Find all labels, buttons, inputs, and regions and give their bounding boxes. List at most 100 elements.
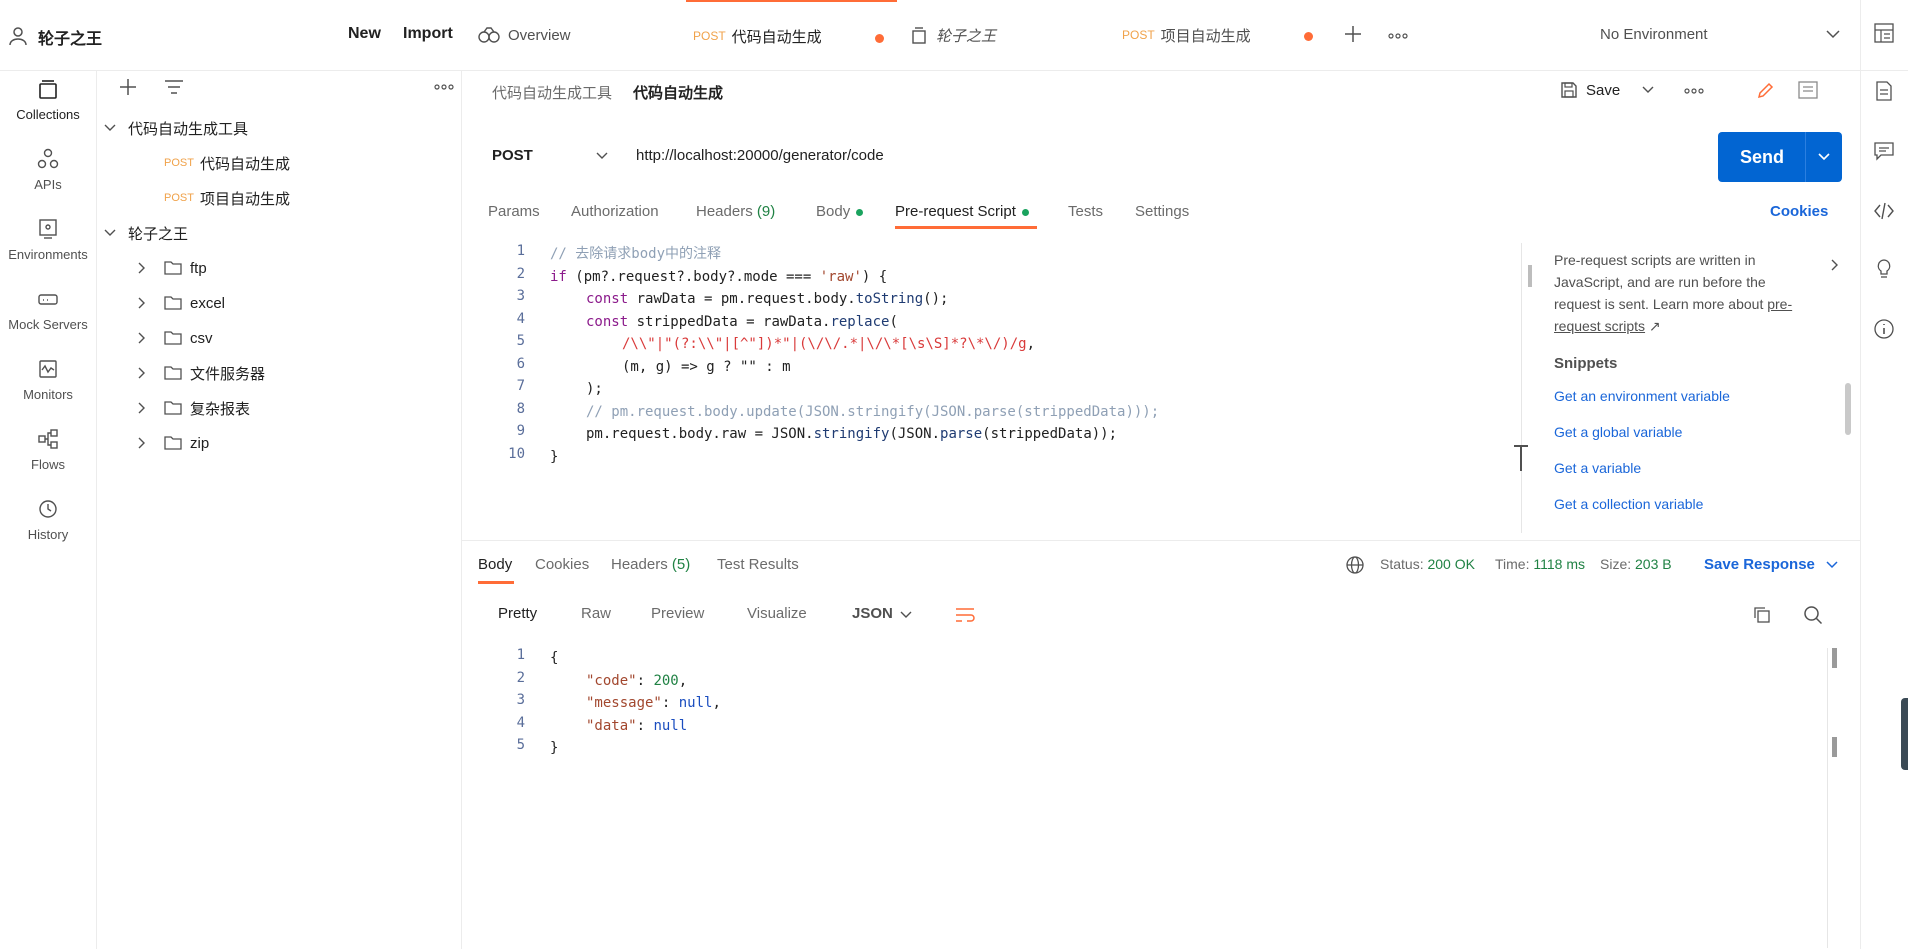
view-pretty[interactable]: Pretty	[498, 605, 537, 622]
chevron-down-icon[interactable]	[1818, 153, 1830, 161]
folder-item[interactable]: 复杂报表	[138, 392, 250, 424]
snippets-title: Snippets	[1554, 355, 1618, 372]
view-visualize[interactable]: Visualize	[747, 605, 807, 622]
tab-collection[interactable]: 轮子之王	[910, 0, 1110, 70]
folder-item[interactable]: csv	[138, 322, 213, 354]
code-icon[interactable]	[1873, 200, 1897, 224]
snippet-link[interactable]: Get a global variable	[1554, 424, 1682, 440]
tab-pre-request-script[interactable]: Pre-request Script	[895, 203, 1029, 220]
environment-select[interactable]: No Environment	[1600, 26, 1708, 43]
breadcrumb-parent[interactable]: 代码自动生成工具	[492, 82, 612, 103]
chevron-down-icon	[104, 229, 116, 237]
chevron-right-icon	[138, 437, 146, 449]
scrollbar-thumb[interactable]	[1832, 737, 1837, 757]
method-select[interactable]: POST	[492, 147, 533, 164]
tab-tests[interactable]: Tests	[1068, 203, 1103, 220]
folder-item[interactable]: zip	[138, 427, 209, 459]
rail-environments[interactable]: Environments	[0, 217, 96, 262]
folder-item[interactable]: 文件服务器	[138, 357, 265, 389]
response-tab-cookies[interactable]: Cookies	[535, 556, 589, 573]
rail-history[interactable]: History	[0, 497, 96, 542]
side-handle[interactable]	[1901, 698, 1908, 770]
globe-icon[interactable]	[1345, 555, 1365, 575]
chevron-down-icon[interactable]	[900, 611, 912, 619]
cookies-link[interactable]: Cookies	[1770, 203, 1828, 220]
folder-icon	[164, 296, 182, 310]
snippet-link[interactable]: Get an environment variable	[1554, 388, 1730, 404]
lightbulb-icon[interactable]	[1873, 258, 1897, 282]
documentation-icon[interactable]	[1798, 81, 1818, 99]
rail-monitors[interactable]: Monitors	[0, 357, 96, 402]
copy-icon[interactable]	[1753, 606, 1771, 624]
view-raw[interactable]: Raw	[581, 605, 611, 622]
format-select[interactable]: JSON	[852, 605, 893, 622]
tab-label: 项目自动生成	[1160, 27, 1251, 45]
send-button[interactable]: Send	[1718, 132, 1842, 182]
edit-pencil-icon[interactable]	[1756, 80, 1776, 100]
right-rail	[1860, 0, 1908, 949]
snippets-scrollbar[interactable]	[1845, 383, 1851, 435]
json-line: "message": null,	[586, 695, 721, 711]
folder-item[interactable]: excel	[138, 287, 225, 319]
info-icon[interactable]	[1873, 318, 1897, 342]
more-tabs-icon[interactable]	[1388, 33, 1408, 39]
save-button[interactable]: Save	[1560, 81, 1620, 99]
tab-label: Pre-request Script	[895, 203, 1016, 220]
save-options-chevron-icon[interactable]	[1642, 86, 1654, 94]
save-response-button[interactable]: Save Response	[1704, 556, 1815, 573]
tab-body[interactable]: Body	[816, 203, 864, 220]
url-input[interactable]: http://localhost:20000/generator/code	[636, 147, 884, 164]
request-item[interactable]: POST 项目自动生成	[164, 182, 290, 214]
import-button[interactable]: Import	[403, 25, 453, 43]
search-icon[interactable]	[1803, 605, 1823, 625]
documentation-icon[interactable]	[1873, 80, 1897, 104]
folder-name: ftp	[190, 259, 207, 277]
workspace-overview-icon[interactable]	[1873, 22, 1897, 46]
chevron-down-icon[interactable]	[596, 152, 608, 160]
chevron-down-icon[interactable]	[1826, 30, 1840, 39]
folder-item[interactable]: ftp	[138, 252, 207, 284]
view-preview[interactable]: Preview	[651, 605, 704, 622]
snippet-link[interactable]: Get a variable	[1554, 460, 1641, 476]
scrollbar-thumb[interactable]	[1528, 265, 1532, 287]
code-line: // 去除请求body中的注释	[550, 246, 722, 262]
comments-icon[interactable]	[1873, 140, 1897, 164]
collection-item[interactable]: 代码自动生成工具	[104, 112, 248, 144]
workspace-name[interactable]: 轮子之王	[38, 25, 102, 49]
rail-flows[interactable]: Flows	[0, 427, 96, 472]
filter-icon[interactable]	[164, 79, 184, 95]
chevron-down-icon[interactable]	[1826, 561, 1838, 569]
tab-label: Body	[816, 203, 851, 220]
line-number: 5	[516, 333, 525, 349]
code-line: /\\"|"(?:\\"|[^"])*"|(\/\/.*|\/\*[\s\S]*…	[622, 336, 1036, 352]
chevron-right-icon[interactable]	[1831, 259, 1839, 271]
tab-code-gen[interactable]: POST 代码自动生成	[686, 0, 897, 70]
tab-params[interactable]: Params	[488, 203, 540, 220]
tab-project-gen[interactable]: POST 项目自动生成	[1122, 0, 1322, 70]
response-tab-headers[interactable]: Headers (5)	[611, 556, 690, 573]
snippet-link[interactable]: Get a collection variable	[1554, 496, 1703, 512]
rail-collections[interactable]: Collections	[0, 77, 96, 122]
scrollbar-thumb[interactable]	[1832, 648, 1837, 668]
line-number: 10	[508, 446, 525, 462]
new-button[interactable]: New	[348, 25, 381, 43]
response-tab-body[interactable]: Body	[478, 556, 512, 573]
response-tab-test-results[interactable]: Test Results	[717, 556, 799, 573]
user-icon[interactable]	[8, 26, 28, 46]
rail-mock-servers[interactable]: Mock Servers	[0, 287, 96, 332]
request-item[interactable]: POST 代码自动生成	[164, 147, 290, 179]
tab-overview[interactable]: Overview	[478, 0, 678, 70]
tab-authorization[interactable]: Authorization	[571, 203, 659, 220]
tab-headers[interactable]: Headers (9)	[696, 203, 775, 220]
rail-label: APIs	[34, 177, 62, 192]
rail-apis[interactable]: APIs	[0, 147, 96, 192]
tab-settings[interactable]: Settings	[1135, 203, 1189, 220]
wrap-lines-icon[interactable]	[955, 606, 975, 624]
resize-handle-bar[interactable]	[1520, 445, 1522, 471]
more-options-icon[interactable]	[434, 84, 454, 90]
more-options-icon[interactable]	[1684, 88, 1704, 94]
line-number: 5	[516, 737, 525, 753]
add-tab-icon[interactable]	[1344, 25, 1362, 43]
collection-item[interactable]: 轮子之王	[104, 217, 188, 249]
add-icon[interactable]	[119, 78, 137, 96]
